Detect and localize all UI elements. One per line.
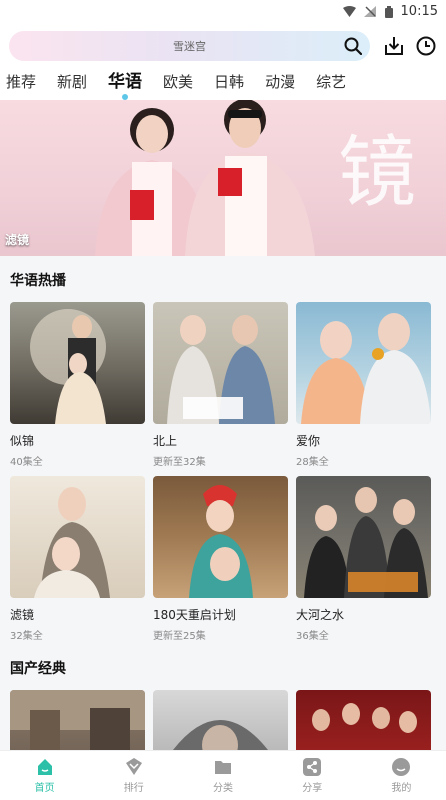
poster-image [296, 476, 431, 598]
episode-status: 28集全 [296, 457, 329, 468]
poster-image [10, 302, 145, 424]
poster-image [153, 302, 288, 424]
tab-chinese[interactable]: 华语 [108, 70, 142, 100]
nav-ranking[interactable]: 排行 [89, 751, 178, 800]
history-icon[interactable] [415, 35, 437, 57]
download-icon[interactable] [383, 35, 405, 57]
tab-new-drama[interactable]: 新剧 [57, 70, 87, 100]
episode-status: 更新至25集 [153, 631, 206, 642]
poster-image [10, 690, 145, 750]
tab-japan-korea[interactable]: 日韩 [214, 70, 244, 100]
status-bar: 10:15 [0, 0, 446, 22]
episode-status: 36集全 [296, 631, 329, 642]
drama-card[interactable]: 滤镜 32集全 [10, 476, 145, 642]
poster-image [296, 302, 431, 424]
episode-status: 32集全 [10, 631, 43, 642]
drama-title: 北上 [153, 434, 178, 448]
banner-label: 滤镜 [5, 233, 30, 247]
drama-title: 滤镜 [10, 608, 35, 622]
nav-home-label: 首页 [34, 783, 55, 794]
search-icon[interactable] [344, 37, 363, 56]
drama-card[interactable] [296, 690, 431, 750]
top-header: 雪迷宫 推荐 新剧 华语 欧美 日韩 动漫 综艺 [0, 22, 446, 100]
drama-card[interactable]: 爱你 28集全 [296, 302, 431, 468]
section-title-classics: 国产经典 [10, 661, 66, 677]
nav-share-label: 分享 [302, 783, 323, 794]
share-icon [302, 757, 322, 777]
nav-category[interactable]: 分类 [178, 751, 267, 800]
tab-anime[interactable]: 动漫 [265, 70, 295, 100]
status-time: 10:15 [400, 3, 438, 19]
section-title-hot: 华语热播 [10, 273, 66, 289]
poster-image [153, 476, 288, 598]
poster-image [10, 476, 145, 598]
search-bar[interactable]: 雪迷宫 [9, 31, 370, 61]
profile-icon [391, 757, 411, 777]
poster-image [296, 690, 431, 750]
drama-title: 似锦 [10, 434, 35, 448]
drama-card[interactable]: 似锦 40集全 [10, 302, 145, 468]
wifi-icon [342, 5, 356, 17]
tab-variety[interactable]: 综艺 [316, 70, 346, 100]
banner-image [95, 100, 315, 256]
drama-title: 180天重启计划 [153, 608, 236, 622]
poster-image [153, 690, 288, 750]
no-signal-icon [363, 5, 377, 17]
drama-card[interactable] [153, 690, 288, 750]
featured-banner[interactable]: 镜 滤镜 [0, 100, 446, 256]
tab-western[interactable]: 欧美 [163, 70, 193, 100]
tab-recommend[interactable]: 推荐 [6, 70, 36, 100]
nav-profile[interactable]: 我的 [357, 751, 446, 800]
drama-card[interactable]: 北上 更新至32集 [153, 302, 288, 468]
drama-card[interactable]: 180天重启计划 更新至25集 [153, 476, 288, 642]
ranking-icon [124, 757, 144, 777]
home-icon [35, 757, 55, 777]
drama-card[interactable]: 大河之水 36集全 [296, 476, 431, 642]
category-icon [213, 757, 233, 777]
nav-ranking-label: 排行 [123, 783, 144, 794]
drama-title: 爱你 [296, 434, 321, 448]
nav-home[interactable]: 首页 [0, 751, 89, 800]
battery-icon [384, 5, 393, 18]
drama-card[interactable] [10, 690, 145, 750]
episode-status: 40集全 [10, 457, 43, 468]
nav-share[interactable]: 分享 [268, 751, 357, 800]
nav-profile-label: 我的 [391, 783, 412, 794]
search-placeholder: 雪迷宫 [173, 40, 206, 53]
drama-title: 大河之水 [296, 608, 345, 622]
episode-status: 更新至32集 [153, 457, 206, 468]
bottom-navigation: 首页 排行 分类 分享 我的 [0, 750, 446, 800]
nav-category-label: 分类 [213, 783, 233, 794]
content-area: 华语热播 似锦 40集全 北上 更新至32集 爱你 28集全 滤镜 32集全 1… [0, 256, 446, 750]
category-tabs: 推荐 新剧 华语 欧美 日韩 动漫 综艺 [0, 70, 446, 100]
